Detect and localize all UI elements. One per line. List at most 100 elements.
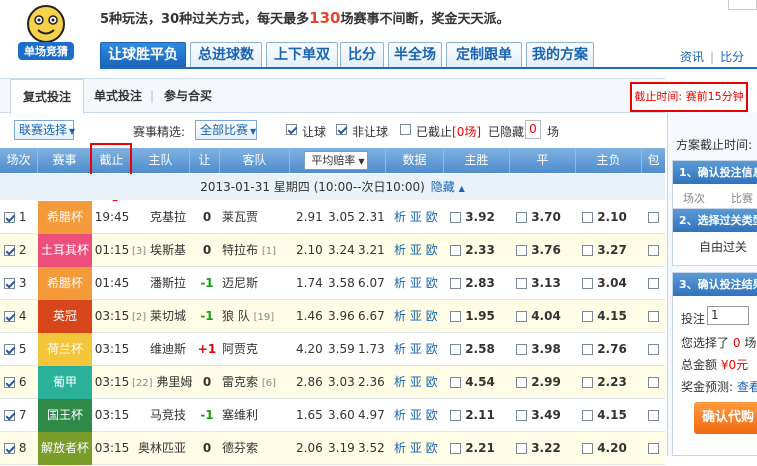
draw-option[interactable]: 3.13 <box>516 267 561 300</box>
league-badge[interactable]: 土耳其杯 <box>38 234 92 267</box>
analysis-link[interactable]: 析 <box>394 408 406 422</box>
asia-link[interactable]: 亚 <box>410 408 422 422</box>
away-team[interactable]: 特拉布 [1] <box>222 234 290 267</box>
away-team[interactable]: 狼 队 [19] <box>222 300 290 333</box>
win-option[interactable]: 2.33 <box>450 234 495 267</box>
table-row[interactable]: 6 葡甲 03:15 [22] 弗里姆 0 雷克索 [6] 2.86 3.03 … <box>0 366 665 399</box>
draw-option[interactable]: 3.98 <box>516 333 561 366</box>
table-row[interactable]: 7 国王杯 03:15 马竞技 -1 塞维利 1.65 3.60 4.97 析 … <box>0 399 665 432</box>
table-row[interactable]: 3 希腊杯 01:45 潘斯拉 -1 迈尼斯 1.74 3.58 6.07 析 … <box>0 267 665 300</box>
draw-checkbox[interactable] <box>516 377 527 388</box>
avg-odds-select[interactable]: 平均赔率 ▼ <box>304 151 368 170</box>
pack-option[interactable] <box>648 201 659 234</box>
home-team[interactable]: [22] 弗里姆 <box>132 366 192 399</box>
asia-link[interactable]: 亚 <box>410 342 422 356</box>
bet-multiple-input[interactable]: 1 <box>707 306 749 325</box>
tab-half-full[interactable]: 半全场 <box>388 42 442 68</box>
loss-option[interactable]: 2.10 <box>582 201 627 234</box>
pack-option[interactable] <box>648 366 659 399</box>
analysis-link[interactable]: 析 <box>394 243 406 257</box>
win-option[interactable]: 2.83 <box>450 267 495 300</box>
loss-checkbox[interactable] <box>582 245 593 256</box>
loss-option[interactable]: 2.76 <box>582 333 627 366</box>
table-row[interactable]: 5 荷兰杯 03:15 维迪斯 +1 阿贾克 4.20 3.59 1.73 析 … <box>0 333 665 366</box>
row-checkbox[interactable] <box>4 443 15 454</box>
draw-option[interactable]: 3.22 <box>516 432 561 465</box>
league-select[interactable]: 联赛选择 ▼ <box>14 120 75 140</box>
site-logo[interactable]: 单场竞猜 <box>14 2 78 62</box>
news-link[interactable]: 资讯 <box>680 50 704 64</box>
pack-option[interactable] <box>648 432 659 465</box>
asia-link[interactable]: 亚 <box>410 276 422 290</box>
league-badge[interactable]: 解放者杯 <box>38 432 92 465</box>
away-team[interactable]: 莱瓦贾 <box>222 201 290 234</box>
tab-score[interactable]: 比分 <box>340 42 384 68</box>
win-option[interactable]: 2.11 <box>450 399 495 432</box>
analysis-link[interactable]: 析 <box>394 375 406 389</box>
draw-checkbox[interactable] <box>516 344 527 355</box>
tab-custom-follow[interactable]: 定制跟单 <box>446 42 522 68</box>
tab-multi-bet[interactable]: 复式投注 <box>10 79 85 114</box>
home-team[interactable]: 马竞技 <box>132 399 190 432</box>
win-option[interactable]: 4.54 <box>450 366 495 399</box>
draw-option[interactable]: 4.04 <box>516 300 561 333</box>
analysis-link[interactable]: 析 <box>394 276 406 290</box>
asia-link[interactable]: 亚 <box>410 243 422 257</box>
row-checkbox[interactable] <box>4 245 15 256</box>
loss-option[interactable]: 4.20 <box>582 432 627 465</box>
euro-link[interactable]: 欧 <box>426 375 438 389</box>
pack-option[interactable] <box>648 267 659 300</box>
asia-link[interactable]: 亚 <box>410 441 422 455</box>
analysis-link[interactable]: 析 <box>394 309 406 323</box>
win-checkbox[interactable] <box>450 212 461 223</box>
win-option[interactable]: 1.95 <box>450 300 495 333</box>
away-team[interactable]: 阿贾克 <box>222 333 290 366</box>
row-checkbox[interactable] <box>4 278 15 289</box>
analysis-link[interactable]: 析 <box>394 210 406 224</box>
loss-checkbox[interactable] <box>582 344 593 355</box>
away-team[interactable]: 德芬索 <box>222 432 290 465</box>
pack-checkbox[interactable] <box>648 278 659 289</box>
draw-checkbox[interactable] <box>516 212 527 223</box>
table-row[interactable]: 1 希腊杯 19:45 克基拉 0 莱瓦贾 2.91 3.05 2.31 析 亚… <box>0 201 665 234</box>
asia-link[interactable]: 亚 <box>410 210 422 224</box>
pack-option[interactable] <box>648 399 659 432</box>
home-team[interactable]: 奥林匹亚 <box>132 432 190 465</box>
win-checkbox[interactable] <box>450 278 461 289</box>
win-checkbox[interactable] <box>450 377 461 388</box>
asia-link[interactable]: 亚 <box>410 375 422 389</box>
tab-over-under[interactable]: 上下单双 <box>266 42 338 68</box>
loss-checkbox[interactable] <box>582 443 593 454</box>
win-checkbox[interactable] <box>450 344 461 355</box>
pack-option[interactable] <box>648 234 659 267</box>
win-option[interactable]: 2.21 <box>450 432 495 465</box>
win-checkbox[interactable] <box>450 443 461 454</box>
euro-link[interactable]: 欧 <box>426 210 438 224</box>
loss-checkbox[interactable] <box>582 377 593 388</box>
table-row[interactable]: 8 解放者杯 03:15 奥林匹亚 0 德芬索 2.06 3.19 3.52 析… <box>0 432 665 465</box>
euro-link[interactable]: 欧 <box>426 342 438 356</box>
hidden-count[interactable]: 0 <box>525 120 541 139</box>
pack-checkbox[interactable] <box>648 311 659 322</box>
row-checkbox[interactable] <box>4 344 15 355</box>
tab-single-bet[interactable]: 单式投注 <box>94 79 142 113</box>
analysis-link[interactable]: 析 <box>394 441 406 455</box>
pack-checkbox[interactable] <box>648 410 659 421</box>
draw-checkbox[interactable] <box>516 278 527 289</box>
league-badge[interactable]: 葡甲 <box>38 366 92 399</box>
tab-total-goals[interactable]: 总进球数 <box>190 42 262 68</box>
league-badge[interactable]: 国王杯 <box>38 399 92 432</box>
league-badge[interactable]: 希腊杯 <box>38 201 92 234</box>
euro-link[interactable]: 欧 <box>426 408 438 422</box>
win-option[interactable]: 3.92 <box>450 201 495 234</box>
loss-checkbox[interactable] <box>582 212 593 223</box>
draw-checkbox[interactable] <box>516 245 527 256</box>
league-badge[interactable]: 荷兰杯 <box>38 333 92 366</box>
tab-group-buy[interactable]: 参与合买 <box>164 79 212 113</box>
draw-option[interactable]: 3.49 <box>516 399 561 432</box>
draw-checkbox[interactable] <box>516 410 527 421</box>
prize-view-link[interactable]: 查看 <box>737 380 757 394</box>
away-team[interactable]: 塞维利 <box>222 399 290 432</box>
win-checkbox[interactable] <box>450 410 461 421</box>
win-checkbox[interactable] <box>450 311 461 322</box>
